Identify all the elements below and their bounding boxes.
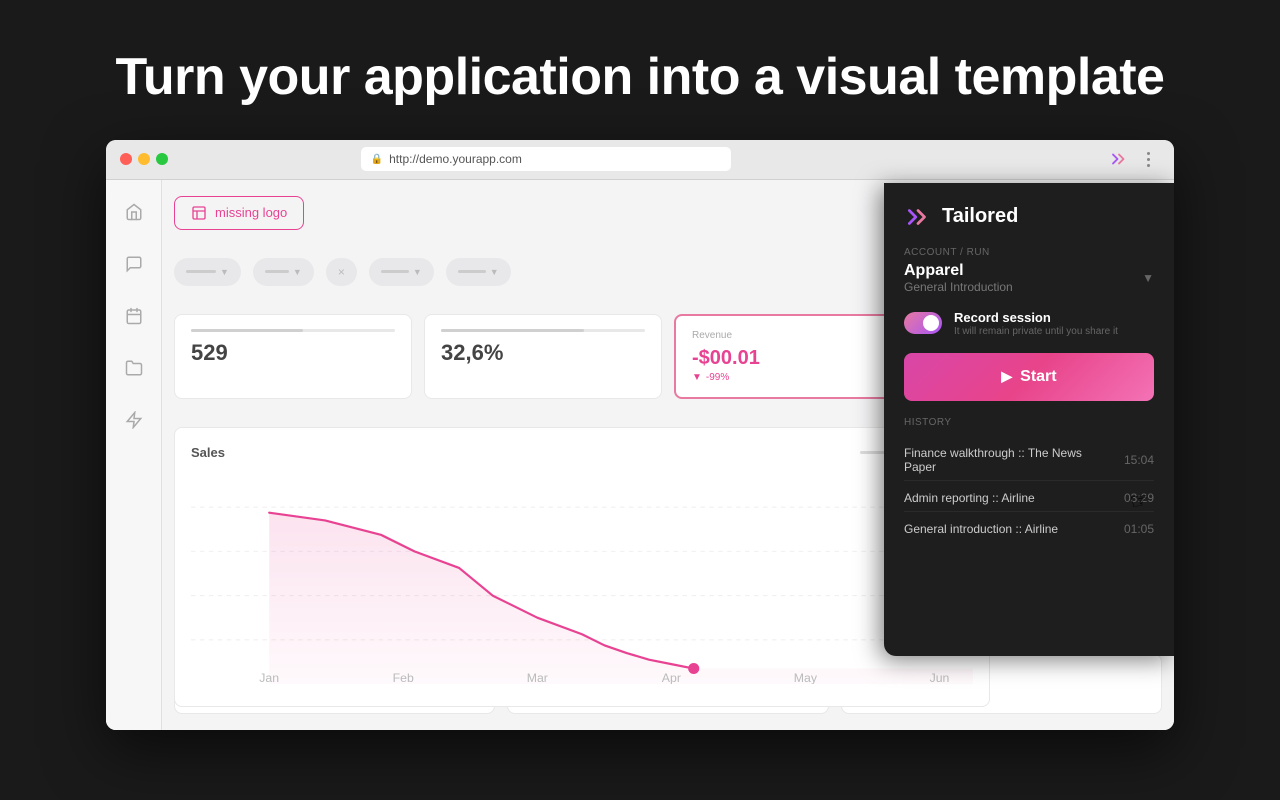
tailored-logo	[904, 203, 932, 231]
account-label: ACCOUNT / RUN	[904, 247, 1154, 258]
svg-text:Apr: Apr	[662, 671, 681, 684]
sales-chart-svg: Jan Feb Mar Apr May Jun	[191, 474, 973, 684]
chart-section: Sales 6 Months ▼	[174, 427, 990, 707]
svg-text:Mar: Mar	[527, 671, 548, 684]
chevron-down-icon: ▼	[1142, 271, 1154, 285]
svg-text:Jan: Jan	[259, 671, 279, 684]
record-sublabel: It will remain private until you share i…	[954, 326, 1154, 337]
browser-window: 🔒 http://demo.yourapp.com	[106, 140, 1174, 730]
sidebar-item-lightning[interactable]	[118, 404, 150, 436]
toggle-track	[904, 312, 942, 334]
missing-logo-label: missing logo	[215, 205, 287, 220]
history-label: HISTORY	[904, 417, 1154, 428]
history-item-2[interactable]: Admin reporting :: Airline 03:29	[904, 485, 1154, 512]
traffic-lights	[120, 153, 168, 165]
record-toggle[interactable]	[904, 312, 942, 334]
account-name: Apparel	[904, 262, 1013, 280]
stat-card-1: 529	[174, 314, 412, 399]
history-name-2: Admin reporting :: Airline	[904, 491, 1116, 505]
sidebar-item-calendar[interactable]	[118, 300, 150, 332]
sidebar-item-home[interactable]	[118, 196, 150, 228]
hero-heading: Turn your application into a visual temp…	[0, 0, 1280, 140]
account-sub: General Introduction	[904, 280, 1013, 294]
svg-text:Feb: Feb	[393, 671, 414, 684]
traffic-light-yellow[interactable]	[138, 153, 150, 165]
svg-text:Jun: Jun	[930, 671, 950, 684]
missing-logo-badge[interactable]: missing logo	[174, 196, 304, 230]
chart-header: Sales 6 Months ▼	[191, 444, 973, 462]
record-info: Record session It will remain private un…	[954, 310, 1154, 337]
app-sidebar	[106, 180, 162, 730]
lock-icon: 🔒	[371, 154, 383, 165]
traffic-light-red[interactable]	[120, 153, 132, 165]
tailored-title: Tailored	[942, 205, 1018, 228]
browser-actions	[1108, 148, 1160, 170]
stat-value-2: 32,6%	[441, 340, 645, 366]
toggle-thumb	[923, 315, 939, 331]
filter-3[interactable]: ▼	[369, 258, 434, 286]
stat-bar-top-2	[441, 329, 645, 332]
tailored-panel: Tailored ACCOUNT / RUN Apparel General I…	[884, 183, 1174, 656]
stat-value-1: 529	[191, 340, 395, 366]
tailored-browser-icon[interactable]	[1108, 148, 1130, 170]
stat-value-revenue: -$00.01	[692, 347, 894, 370]
history-item-3[interactable]: General introduction :: Airline 01:05	[904, 516, 1154, 542]
record-section: Record session It will remain private un…	[904, 310, 1154, 337]
history-section: HISTORY Finance walkthrough :: The News …	[904, 417, 1154, 542]
account-row[interactable]: Apparel General Introduction ▼	[904, 262, 1154, 294]
history-name-1: Finance walkthrough :: The News Paper	[904, 446, 1116, 474]
filter-2[interactable]: ▼	[253, 258, 314, 286]
sidebar-item-folder[interactable]	[118, 352, 150, 384]
stat-change-revenue: ▼ -99%	[692, 372, 894, 383]
traffic-light-green[interactable]	[156, 153, 168, 165]
stat-bar-top	[191, 329, 395, 332]
stat-label-revenue: Revenue	[692, 330, 894, 341]
record-label: Record session	[954, 310, 1154, 325]
chart-title: Sales	[191, 445, 225, 460]
history-item-1[interactable]: Finance walkthrough :: The News Paper 15…	[904, 440, 1154, 481]
history-name-3: General introduction :: Airline	[904, 522, 1116, 536]
browser-chrome: 🔒 http://demo.yourapp.com	[106, 140, 1174, 180]
play-icon: ▶	[1001, 368, 1012, 385]
browser-menu-icon[interactable]	[1138, 148, 1160, 170]
stat-card-revenue: Revenue -$00.01 ▼ -99%	[674, 314, 912, 399]
start-button[interactable]: ▶ Start	[904, 353, 1154, 401]
tailored-header: Tailored	[904, 203, 1154, 231]
sidebar-item-chat[interactable]	[118, 248, 150, 280]
history-time-3: 01:05	[1124, 522, 1154, 536]
history-time-1: 15:04	[1124, 453, 1154, 467]
stat-card-2: 32,6%	[424, 314, 662, 399]
filter-1[interactable]: ▼	[174, 258, 241, 286]
account-section: ACCOUNT / RUN Apparel General Introducti…	[904, 247, 1154, 294]
filter-close[interactable]: ×	[326, 258, 357, 286]
start-label: Start	[1020, 368, 1056, 386]
address-text: http://demo.yourapp.com	[389, 152, 522, 166]
address-bar[interactable]: 🔒 http://demo.yourapp.com	[361, 147, 731, 171]
svg-text:May: May	[794, 671, 818, 684]
filter-4[interactable]: ▼	[446, 258, 511, 286]
